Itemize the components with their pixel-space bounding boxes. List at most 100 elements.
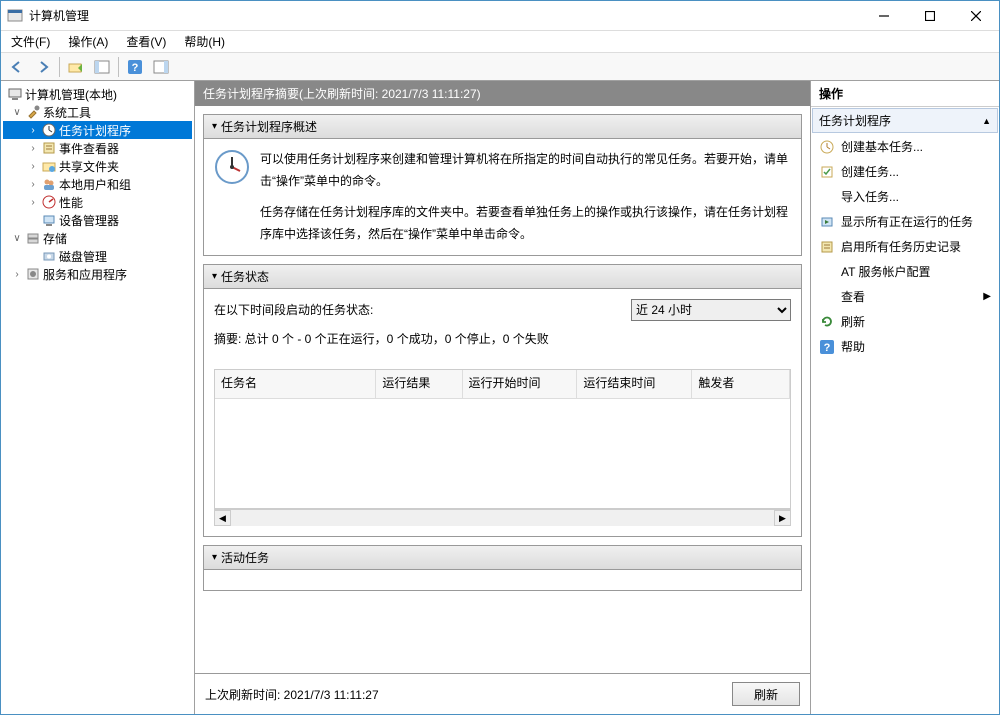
tree-local-users-label: 本地用户和组 bbox=[59, 176, 131, 193]
tree-pane[interactable]: 计算机管理(本地) ∨ 系统工具 › 任务计划程序 › 事件查看器 › 共享文件… bbox=[1, 81, 195, 714]
active-tasks-header[interactable]: ▾ 活动任务 bbox=[204, 546, 801, 570]
col-task-name[interactable]: 任务名 bbox=[215, 370, 376, 398]
expand-icon[interactable]: › bbox=[27, 179, 39, 190]
expand-icon[interactable]: › bbox=[27, 125, 39, 136]
action-view-label: 查看 bbox=[841, 288, 865, 305]
wizard-icon bbox=[819, 139, 835, 155]
action-show-running-label: 显示所有正在运行的任务 bbox=[841, 213, 973, 230]
users-icon bbox=[41, 176, 57, 192]
forward-button[interactable] bbox=[31, 55, 55, 79]
tree-event-viewer[interactable]: › 事件查看器 bbox=[3, 139, 192, 157]
tree-task-scheduler[interactable]: › 任务计划程序 bbox=[3, 121, 192, 139]
action-create-task-label: 创建任务... bbox=[841, 163, 899, 180]
overview-panel-header[interactable]: ▾ 任务计划程序概述 bbox=[204, 115, 801, 139]
folder-share-icon bbox=[41, 158, 57, 174]
close-button[interactable] bbox=[953, 1, 999, 31]
collapse-icon[interactable]: ∨ bbox=[11, 233, 23, 244]
action-help[interactable]: ? 帮助 bbox=[811, 334, 999, 359]
help-button[interactable]: ? bbox=[123, 55, 147, 79]
tree-root[interactable]: 计算机管理(本地) bbox=[3, 85, 192, 103]
action-refresh[interactable]: 刷新 bbox=[811, 309, 999, 334]
clock-icon bbox=[41, 122, 57, 138]
action-create-task[interactable]: 创建任务... bbox=[811, 159, 999, 184]
tree-device-manager[interactable]: 设备管理器 bbox=[3, 211, 192, 229]
tree-task-scheduler-label: 任务计划程序 bbox=[59, 122, 131, 139]
tree-storage[interactable]: ∨ 存储 bbox=[3, 229, 192, 247]
status-body: 在以下时间段启动的任务状态: 近 24 小时 摘要: 总计 0 个 - 0 个正… bbox=[204, 289, 801, 536]
window-title: 计算机管理 bbox=[29, 7, 861, 24]
center-body[interactable]: ▾ 任务计划程序概述 可以使用任务计划程序来创建和管理计算机将在所指定的时间自动… bbox=[195, 106, 810, 673]
action-create-basic-label: 创建基本任务... bbox=[841, 138, 923, 155]
action-import-label: 导入任务... bbox=[841, 188, 899, 205]
tree-services-apps[interactable]: › 服务和应用程序 bbox=[3, 265, 192, 283]
center-pane: 任务计划程序摘要(上次刷新时间: 2021/7/3 11:11:27) ▾ 任务… bbox=[195, 81, 811, 714]
action-enable-history-label: 启用所有任务历史记录 bbox=[841, 238, 961, 255]
actions-section-header[interactable]: 任务计划程序 ▲ bbox=[812, 108, 998, 133]
tree-disk-mgmt[interactable]: 磁盘管理 bbox=[3, 247, 192, 265]
minimize-button[interactable] bbox=[861, 1, 907, 31]
status-panel: ▾ 任务状态 在以下时间段启动的任务状态: 近 24 小时 摘要: 总计 0 个… bbox=[203, 264, 802, 537]
svg-text:?: ? bbox=[132, 62, 139, 74]
collapse-icon[interactable]: ∨ bbox=[11, 107, 23, 118]
action-import-task[interactable]: 导入任务... bbox=[811, 184, 999, 209]
col-start[interactable]: 运行开始时间 bbox=[462, 370, 577, 398]
history-icon bbox=[819, 239, 835, 255]
menu-help[interactable]: 帮助(H) bbox=[180, 31, 229, 52]
col-result[interactable]: 运行结果 bbox=[376, 370, 462, 398]
overview-text-2: 任务存储在任务计划程序库的文件夹中。若要查看单独任务上的操作或执行该操作，请在任… bbox=[260, 202, 791, 245]
tools-icon bbox=[25, 104, 41, 120]
action-show-running[interactable]: 显示所有正在运行的任务 bbox=[811, 209, 999, 234]
tree-system-tools-label: 系统工具 bbox=[43, 104, 91, 121]
tree-performance[interactable]: › 性能 bbox=[3, 193, 192, 211]
tree-shared-folders-label: 共享文件夹 bbox=[59, 158, 119, 175]
performance-icon bbox=[41, 194, 57, 210]
scroll-left-icon[interactable]: ◀ bbox=[214, 510, 231, 526]
submenu-arrow-icon: ▶ bbox=[983, 291, 991, 302]
tree-disk-mgmt-label: 磁盘管理 bbox=[59, 248, 107, 265]
col-end[interactable]: 运行结束时间 bbox=[577, 370, 692, 398]
tree-shared-folders[interactable]: › 共享文件夹 bbox=[3, 157, 192, 175]
actions-pane-title: 操作 bbox=[811, 81, 999, 107]
expand-icon[interactable]: › bbox=[27, 197, 39, 208]
maximize-button[interactable] bbox=[907, 1, 953, 31]
scroll-right-icon[interactable]: ▶ bbox=[774, 510, 791, 526]
expand-icon[interactable]: › bbox=[27, 143, 39, 154]
action-refresh-label: 刷新 bbox=[841, 313, 865, 330]
status-period-select[interactable]: 近 24 小时 bbox=[631, 299, 791, 321]
menu-action[interactable]: 操作(A) bbox=[64, 31, 112, 52]
col-trigger[interactable]: 触发者 bbox=[692, 370, 790, 398]
show-hide-action-button[interactable] bbox=[149, 55, 173, 79]
menu-file[interactable]: 文件(F) bbox=[7, 31, 54, 52]
tree-system-tools[interactable]: ∨ 系统工具 bbox=[3, 103, 192, 121]
menu-view[interactable]: 查看(V) bbox=[122, 31, 170, 52]
expand-icon[interactable]: › bbox=[11, 269, 23, 280]
status-title: 任务状态 bbox=[221, 268, 269, 285]
action-enable-history[interactable]: 启用所有任务历史记录 bbox=[811, 234, 999, 259]
expand-icon[interactable]: › bbox=[27, 161, 39, 172]
refresh-button[interactable]: 刷新 bbox=[732, 682, 800, 706]
titlebar: 计算机管理 bbox=[1, 1, 999, 31]
back-button[interactable] bbox=[5, 55, 29, 79]
status-panel-header[interactable]: ▾ 任务状态 bbox=[204, 265, 801, 289]
up-button[interactable] bbox=[64, 55, 88, 79]
action-at-service[interactable]: AT 服务帐户配置 bbox=[811, 259, 999, 284]
action-view[interactable]: 查看 ▶ bbox=[811, 284, 999, 309]
horizontal-scrollbar[interactable]: ◀ ▶ bbox=[214, 509, 791, 526]
tree-performance-label: 性能 bbox=[59, 194, 83, 211]
tree-services-apps-label: 服务和应用程序 bbox=[43, 266, 127, 283]
main-area: 计算机管理(本地) ∨ 系统工具 › 任务计划程序 › 事件查看器 › 共享文件… bbox=[1, 81, 999, 714]
tree-event-viewer-label: 事件查看器 bbox=[59, 140, 119, 157]
tree-local-users[interactable]: › 本地用户和组 bbox=[3, 175, 192, 193]
show-hide-tree-button[interactable] bbox=[90, 55, 114, 79]
overview-panel: ▾ 任务计划程序概述 可以使用任务计划程序来创建和管理计算机将在所指定的时间自动… bbox=[203, 114, 802, 256]
center-header: 任务计划程序摘要(上次刷新时间: 2021/7/3 11:11:27) bbox=[195, 81, 810, 106]
status-label: 在以下时间段启动的任务状态: bbox=[214, 300, 373, 322]
event-icon bbox=[41, 140, 57, 156]
overview-text-1: 可以使用任务计划程序来创建和管理计算机将在所指定的时间自动执行的常见任务。若要开… bbox=[260, 149, 791, 192]
scroll-track[interactable] bbox=[231, 510, 774, 526]
active-tasks-panel: ▾ 活动任务 bbox=[203, 545, 802, 591]
device-icon bbox=[41, 212, 57, 228]
action-create-basic-task[interactable]: 创建基本任务... bbox=[811, 134, 999, 159]
toolbar-separator bbox=[59, 57, 60, 77]
task-table[interactable]: 任务名 运行结果 运行开始时间 运行结束时间 触发者 bbox=[214, 369, 791, 509]
